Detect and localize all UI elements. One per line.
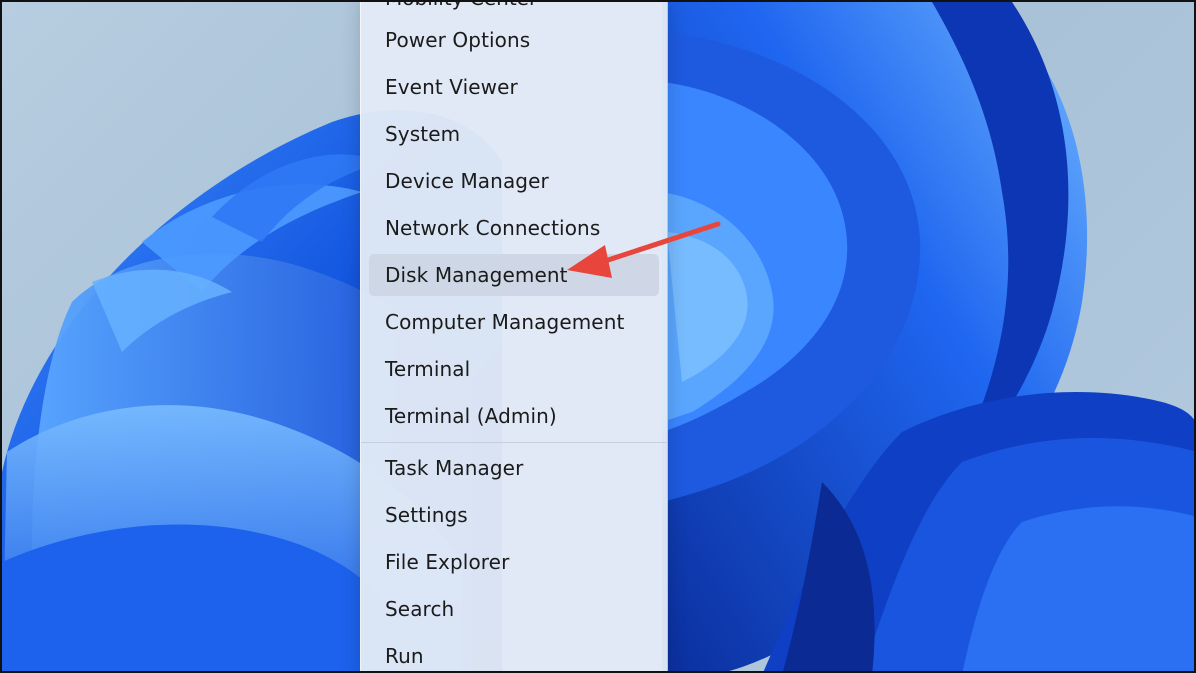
screenshot-frame: Mobility Center Power Options Event View… [0, 0, 1196, 673]
annotation-arrow-icon [567, 221, 721, 278]
